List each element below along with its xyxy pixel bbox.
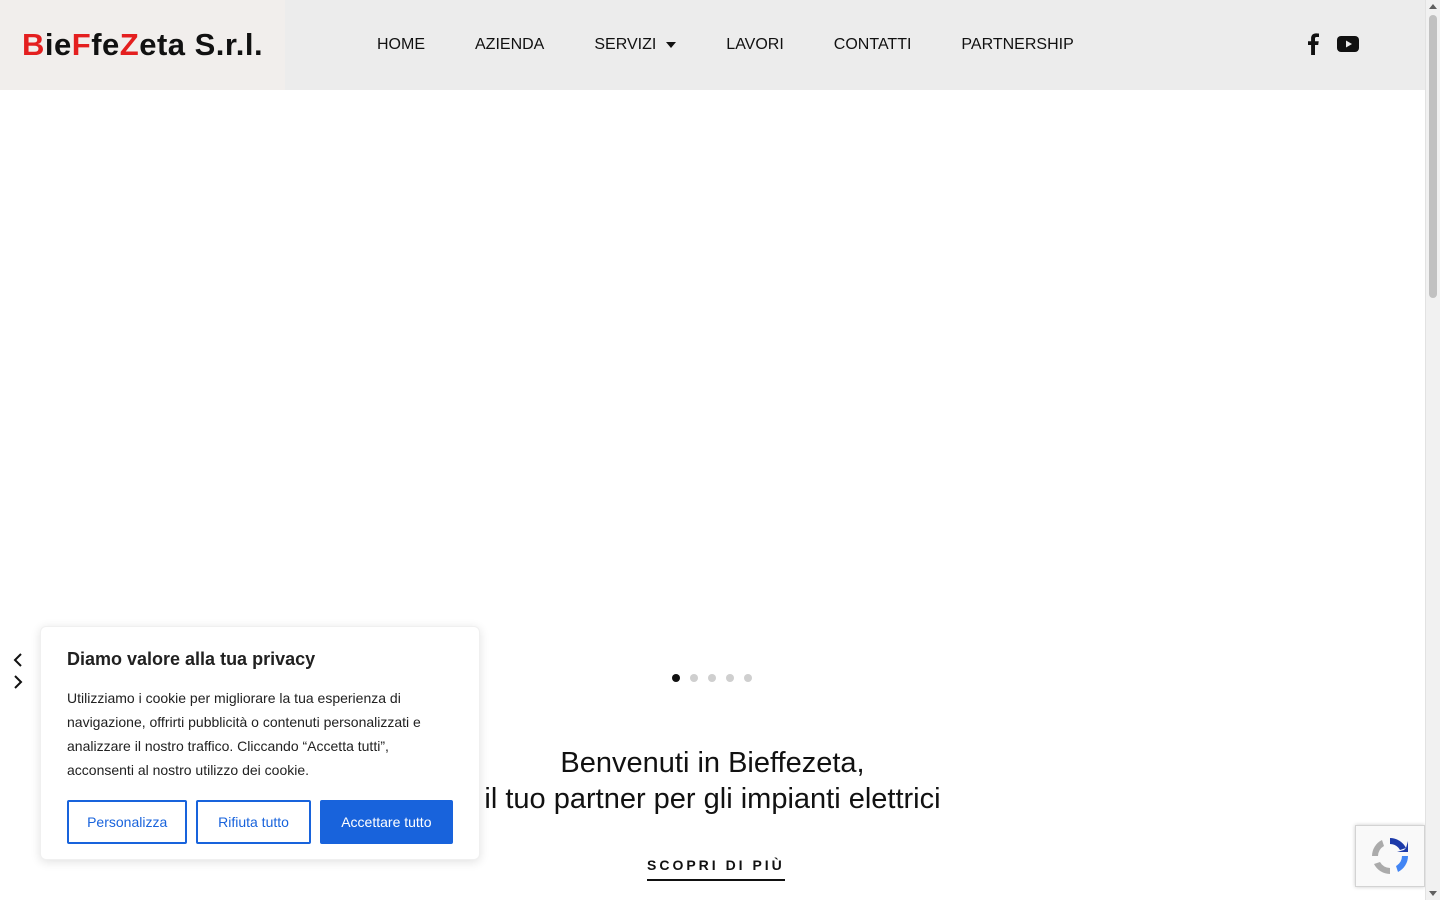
- logo-text-ie: ie: [44, 27, 72, 62]
- page-scrollbar[interactable]: [1425, 0, 1440, 900]
- nav-item-lavori[interactable]: LAVORI: [701, 36, 809, 54]
- nav-item-contatti[interactable]: CONTATTI: [809, 36, 937, 54]
- site-header: BieFfeZeta S.r.l. HOME AZIENDA SERVIZI L…: [0, 0, 1425, 90]
- social-links: [1307, 33, 1359, 55]
- nav-item-partnership[interactable]: PARTNERSHIP: [936, 36, 1098, 54]
- nav-item-azienda[interactable]: AZIENDA: [450, 36, 569, 54]
- slider-dot-1[interactable]: [672, 674, 680, 682]
- slider-dot-4[interactable]: [726, 674, 734, 682]
- facebook-icon[interactable]: [1307, 33, 1319, 55]
- accept-all-button[interactable]: Accettare tutto: [319, 800, 453, 844]
- slider-dot-3[interactable]: [708, 674, 716, 682]
- chevron-down-icon: [666, 42, 677, 48]
- nav-label-servizi: SERVIZI: [594, 36, 657, 53]
- nav-label-partnership: PARTNERSHIP: [961, 36, 1074, 53]
- hero-line-1: Benvenuti in Bieffezeta,: [560, 747, 865, 779]
- hero-line-2: il tuo partner per gli impianti elettric…: [484, 783, 941, 815]
- customize-button[interactable]: Personalizza: [67, 800, 188, 844]
- scrollbar-thumb[interactable]: [1429, 15, 1437, 298]
- slider-dot-5[interactable]: [744, 674, 752, 682]
- hero-heading: Benvenuti in Bieffezeta, il tuo partner …: [440, 745, 985, 817]
- nav-label-azienda: AZIENDA: [475, 36, 545, 53]
- nav-item-home[interactable]: HOME: [352, 36, 450, 54]
- logo-letter-z: Z: [119, 27, 140, 62]
- nav-item-servizi[interactable]: SERVIZI: [569, 36, 701, 54]
- reject-all-button[interactable]: Rifiuta tutto: [196, 800, 311, 844]
- chevron-right-icon[interactable]: [10, 674, 26, 690]
- chevron-left-icon[interactable]: [10, 652, 26, 668]
- nav-label-contatti: CONTATTI: [833, 36, 912, 53]
- main-nav: HOME AZIENDA SERVIZI LAVORI CONTATTI PAR…: [352, 0, 1099, 90]
- scroll-up-icon[interactable]: [1429, 4, 1437, 9]
- nav-label-home: HOME: [377, 36, 425, 53]
- youtube-icon[interactable]: [1337, 36, 1359, 52]
- logo-text-eta: eta S.r.l.: [139, 27, 264, 62]
- cookie-text: Utilizziamo i cookie per migliorare la t…: [67, 690, 421, 778]
- nav-label-lavori: LAVORI: [726, 36, 784, 53]
- logo-text-fe: fe: [91, 27, 120, 62]
- recaptcha-badge[interactable]: [1355, 825, 1425, 887]
- logo-letter-f: F: [71, 27, 92, 62]
- slider-pagination: [672, 674, 752, 682]
- logo: BieFfeZeta S.r.l.: [22, 27, 263, 63]
- scopri-di-piu-link[interactable]: SCOPRI DI PIÙ: [647, 857, 785, 881]
- cookie-buttons: Personalizza Rifiuta tutto Accettare tut…: [67, 800, 453, 844]
- logo-link[interactable]: BieFfeZeta S.r.l.: [0, 0, 285, 90]
- cookie-consent-banner: Diamo valore alla tua privacy Utilizziam…: [40, 626, 480, 860]
- slider-dot-2[interactable]: [690, 674, 698, 682]
- logo-letter-b: B: [22, 27, 45, 62]
- recaptcha-icon: [1372, 838, 1408, 874]
- scroll-down-icon[interactable]: [1429, 891, 1437, 896]
- slider-arrows: [10, 652, 26, 690]
- cookie-title: Diamo valore alla tua privacy: [67, 649, 316, 669]
